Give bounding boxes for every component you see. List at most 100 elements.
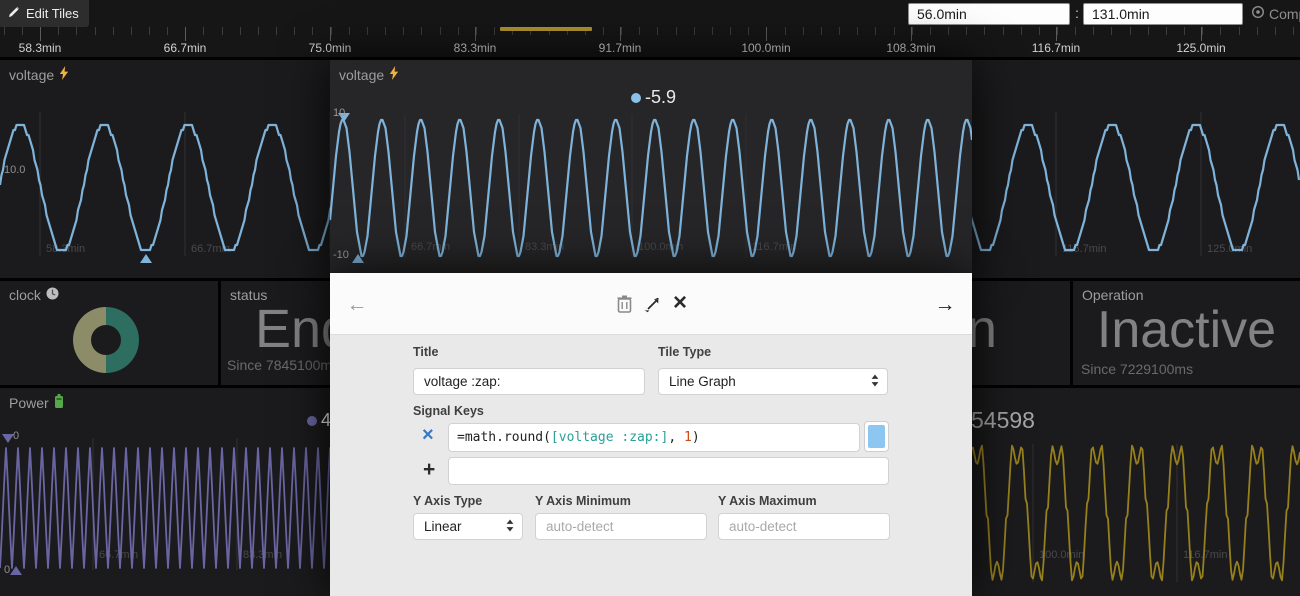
ruler-major-tick [911, 27, 912, 41]
ruler-minor-tick [948, 27, 949, 35]
new-signal-input[interactable] [448, 457, 889, 485]
ruler-minor-tick [748, 27, 749, 35]
edited-tile-preview[interactable]: 66.7min83.3min100.0min116.7min voltage -… [330, 60, 972, 275]
select-spinner-icon [506, 519, 514, 534]
ruler-minor-tick [113, 27, 114, 35]
tile-type-select[interactable]: Line Graph [658, 368, 888, 395]
ruler-minor-tick [712, 27, 713, 35]
time-ruler-header: 58.3min66.7min75.0min83.3min91.7min100.0… [0, 0, 1300, 57]
ruler-tick-label: 91.7min [585, 41, 655, 55]
ruler-major-tick [185, 27, 186, 41]
tile-operation[interactable]: Operation Inactive Since 7229100ms [1073, 281, 1300, 385]
compare-button[interactable]: Compare [1251, 5, 1300, 22]
remove-signal-button[interactable]: × [422, 425, 434, 445]
svg-text:100.0min: 100.0min [1039, 549, 1084, 561]
ruler-minor-tick [730, 27, 731, 35]
tile-title-text: voltage [339, 67, 384, 83]
ruler-minor-tick [276, 27, 277, 35]
ruler-minor-tick [875, 27, 876, 35]
edit-tiles-label: Edit Tiles [26, 6, 79, 21]
ruler-minor-tick [203, 27, 204, 35]
edit-tiles-button[interactable]: Edit Tiles [0, 0, 89, 27]
zap-icon [59, 66, 69, 83]
pencil-icon [8, 6, 20, 21]
ruler-minor-tick [385, 27, 386, 35]
ruler-minor-tick [857, 27, 858, 35]
close-dialog-button[interactable]: × [669, 290, 691, 316]
tile-edit-dialog: ← × → Title Tile Type Line Graph Signal … [330, 273, 972, 596]
ruler-minor-tick [222, 27, 223, 35]
select-spinner-icon [871, 374, 879, 389]
range-end-input[interactable] [1083, 3, 1243, 25]
preview-y-max-label: 10 [333, 107, 345, 119]
ruler-minor-tick [58, 27, 59, 35]
ruler-minor-tick [1275, 27, 1276, 35]
ruler-major-tick [1056, 27, 1057, 41]
ruler-minor-tick [1003, 27, 1004, 35]
tile-clock[interactable]: clock [0, 281, 218, 385]
ruler-selection-highlight[interactable] [500, 27, 592, 31]
ruler-minor-tick [167, 27, 168, 35]
tile-power-title: Power [9, 394, 64, 411]
ruler-minor-tick [458, 27, 459, 35]
ruler-minor-tick [1075, 27, 1076, 35]
ruler-minor-tick [312, 27, 313, 35]
signal-keys-label: Signal Keys [413, 404, 484, 418]
y-axis-type-label: Y Axis Type [413, 494, 482, 508]
title-input[interactable] [413, 368, 645, 395]
ruler-minor-tick [476, 27, 477, 35]
ruler-minor-tick [930, 27, 931, 35]
power-y-top-label: 0 [13, 430, 19, 442]
ruler-minor-tick [421, 27, 422, 35]
y-axis-type-value: Linear [424, 519, 462, 534]
signal-key-input[interactable]: =math.round([voltage :zap:], 1) [448, 423, 860, 452]
power-legend: 4 [307, 410, 331, 431]
ruler-minor-tick [367, 27, 368, 35]
ruler-minor-tick [1293, 27, 1294, 35]
ruler-minor-tick [657, 27, 658, 35]
next-tile-button[interactable]: → [934, 293, 956, 315]
y-axis-type-select[interactable]: Linear [413, 513, 523, 540]
ruler-minor-tick [1111, 27, 1112, 35]
power-legend-dot [307, 416, 317, 426]
ruler-tick-label: 83.3min [440, 41, 510, 55]
ruler-tick-label: 100.0min [731, 41, 801, 55]
range-separator: : [1075, 5, 1079, 21]
compare-icon [1251, 5, 1265, 22]
ruler-major-tick [475, 27, 476, 41]
code-separator: , [668, 430, 684, 445]
ruler-minor-tick [403, 27, 404, 35]
ruler-minor-tick [1093, 27, 1094, 35]
ruler-minor-tick [1184, 27, 1185, 35]
zap-icon [389, 66, 399, 83]
range-start-input[interactable] [908, 3, 1070, 25]
tile-type-value: Line Graph [669, 374, 736, 389]
code-signal-key: [voltage :zap:] [551, 430, 668, 445]
tile-title-text: voltage [9, 67, 54, 83]
y-axis-max-label: 10.0 [4, 164, 25, 176]
ruler-minor-tick [76, 27, 77, 35]
battery-icon [54, 394, 64, 411]
ruler-minor-tick [894, 27, 895, 35]
y-axis-min-input[interactable] [535, 513, 707, 540]
ruler-minor-tick [22, 27, 23, 35]
preview-y-min-label: -10 [333, 249, 349, 261]
ruler-minor-tick [1220, 27, 1221, 35]
ruler-major-tick [620, 27, 621, 41]
ruler-minor-tick [821, 27, 822, 35]
ruler-minor-tick [839, 27, 840, 35]
ruler-tick-label: 66.7min [150, 41, 220, 55]
operation-value: Inactive [1073, 304, 1300, 356]
previous-tile-button[interactable]: ← [346, 293, 368, 315]
preview-title: voltage [339, 66, 399, 83]
y-axis-max-input[interactable] [718, 513, 890, 540]
tile-type-label: Tile Type [658, 345, 711, 359]
expand-tile-button[interactable] [642, 295, 662, 315]
code-prefix: =math.round( [457, 430, 551, 445]
y-axis-max-label: Y Axis Maximum [718, 494, 817, 508]
code-suffix: ) [692, 430, 700, 445]
delete-tile-button[interactable] [614, 294, 634, 314]
dashboard-screen: 58.3min66.7min75.0min83.3min91.7min100.0… [0, 0, 1300, 596]
signal-color-swatch[interactable] [864, 421, 889, 452]
add-signal-button[interactable]: + [423, 459, 435, 480]
